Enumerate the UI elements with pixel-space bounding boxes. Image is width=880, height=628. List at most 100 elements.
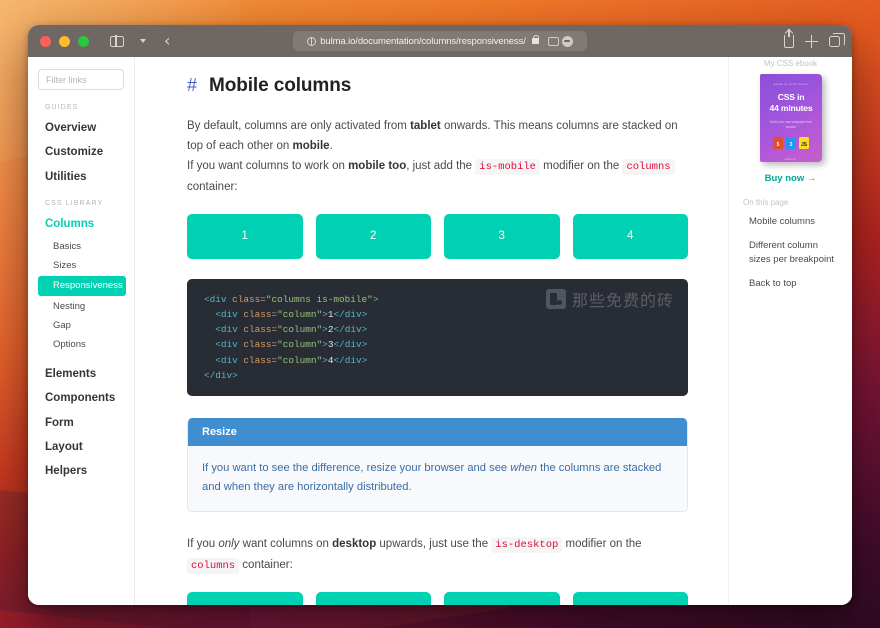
- para2-t5: container:: [239, 559, 293, 571]
- main-content: # Mobile columns By default, columns are…: [135, 57, 728, 605]
- author-text: written by Jeremy Thomas: [785, 158, 811, 162]
- tabs-overview-icon[interactable]: [829, 36, 840, 47]
- sidebar-item-layout[interactable]: Layout: [28, 435, 134, 459]
- ebook-promo[interactable]: guide to write better CSS in 44 minutes …: [741, 74, 840, 162]
- resize-notification: Resize If you want to see the difference…: [187, 418, 688, 512]
- css3-badge-icon: 3: [786, 137, 796, 149]
- columns-demo-mobile: 1 2 3 4: [187, 214, 688, 259]
- para2-t3: upwards, just use the: [376, 538, 491, 550]
- para1-b3: mobile too: [348, 160, 406, 172]
- ebook-label: My CSS ebook: [741, 57, 840, 74]
- para2-b1: desktop: [332, 538, 376, 550]
- column-box: 2: [316, 214, 432, 259]
- notif-t1: If you want to see the difference, resiz…: [202, 462, 510, 474]
- column-box: 3: [444, 592, 560, 605]
- toc-item-back-to-top[interactable]: Back to top: [741, 277, 840, 301]
- page-heading: Mobile columns: [209, 75, 351, 97]
- sidebar-item-options[interactable]: Options: [28, 335, 134, 354]
- code-content: <div class="columns is-mobile"> <div cla…: [204, 292, 671, 383]
- on-this-page-label: On this page: [741, 198, 840, 215]
- js-badge-icon: JS: [799, 137, 809, 149]
- notification-title: Resize: [188, 418, 687, 446]
- sidebar-item-basics[interactable]: Basics: [28, 237, 134, 256]
- browser-window: ‹ bulma.io/documentation/columns/respons…: [28, 25, 852, 605]
- para1-b1: tablet: [410, 120, 441, 132]
- column-box: 1: [187, 214, 303, 259]
- toc-item-different-column-sizes[interactable]: Different column sizes per breakpoint: [741, 239, 840, 277]
- inline-code-columns: columns: [622, 159, 674, 175]
- left-sidebar: Filter links GUIDES Overview Customize U…: [28, 57, 135, 605]
- address-bar-extras: [548, 36, 573, 47]
- filter-links-input[interactable]: Filter links: [38, 69, 124, 90]
- sidebar-toggle-icon: [110, 36, 124, 47]
- para1-t5: , just add the: [406, 160, 475, 172]
- browser-toolbar: ‹ bulma.io/documentation/columns/respons…: [28, 25, 852, 57]
- inline-code-is-mobile: is-mobile: [475, 159, 540, 175]
- ebook-subtitle: Build your own webpage from scratch: [767, 120, 816, 130]
- ebook-tech-badges: 5 3 JS: [773, 137, 809, 149]
- para1-t1: By default, columns are only activated f…: [187, 120, 410, 132]
- toc-item-mobile-columns[interactable]: Mobile columns: [741, 215, 840, 239]
- ebook-cover: guide to write better CSS in 44 minutes …: [760, 74, 822, 162]
- chevron-down-icon: [140, 39, 146, 43]
- nav-section-guides-title: GUIDES: [28, 104, 134, 116]
- back-button[interactable]: ‹: [164, 33, 170, 49]
- globe-icon: [307, 37, 316, 46]
- sidebar-item-sizes[interactable]: Sizes: [28, 256, 134, 275]
- minimize-window-button[interactable]: [59, 36, 70, 47]
- para1-t3: .: [330, 140, 333, 152]
- nav-section-css-library-title: CSS LIBRARY: [28, 200, 134, 212]
- maximize-window-button[interactable]: [78, 36, 89, 47]
- address-bar[interactable]: bulma.io/documentation/columns/responsiv…: [293, 31, 587, 51]
- sidebar-item-gap[interactable]: Gap: [28, 316, 134, 335]
- para2-i1: only: [218, 538, 239, 550]
- ebook-title-line1: CSS in: [778, 92, 805, 103]
- url-text: bulma.io/documentation/columns/responsiv…: [320, 36, 526, 47]
- sidebar-item-columns[interactable]: Columns: [28, 212, 134, 236]
- window-controls: [40, 36, 89, 47]
- share-icon[interactable]: [784, 35, 794, 48]
- desktop-wallpaper: ‹ bulma.io/documentation/columns/respons…: [0, 0, 880, 628]
- new-tab-icon[interactable]: [805, 35, 818, 48]
- html5-badge-icon: 5: [773, 137, 783, 149]
- para1-t7: container:: [187, 181, 238, 193]
- toolbar-right-group: [784, 35, 840, 48]
- para2-t2: want columns on: [239, 538, 332, 550]
- sidebar-toggle-button[interactable]: [106, 30, 128, 52]
- buy-now-button[interactable]: Buy now →: [741, 173, 840, 198]
- page-menu-icon[interactable]: [562, 36, 573, 47]
- sidebar-item-responsiveness[interactable]: Responsiveness: [38, 276, 126, 295]
- inline-code-is-desktop: is-desktop: [491, 537, 562, 553]
- heading-anchor-icon[interactable]: #: [187, 75, 197, 96]
- nav-spacer: [28, 355, 134, 362]
- sidebar-item-form[interactable]: Form: [28, 411, 134, 435]
- sidebar-item-components[interactable]: Components: [28, 386, 134, 410]
- page-title: # Mobile columns: [187, 75, 688, 97]
- para1-b2: mobile: [293, 140, 330, 152]
- ebook-author-by: written by: [785, 158, 811, 161]
- close-window-button[interactable]: [40, 36, 51, 47]
- notif-i: when: [510, 462, 537, 474]
- page-content: Filter links GUIDES Overview Customize U…: [28, 57, 852, 605]
- sidebar-item-helpers[interactable]: Helpers: [28, 459, 134, 483]
- column-box: 4: [573, 214, 689, 259]
- desktop-paragraph: If you only want columns on desktop upwa…: [187, 534, 688, 575]
- code-block-is-mobile: 那些免费的砖 <div class="columns is-mobile"> <…: [187, 279, 688, 396]
- lock-icon: [532, 38, 539, 44]
- sidebar-item-elements[interactable]: Elements: [28, 362, 134, 386]
- extension-icon[interactable]: [548, 37, 559, 46]
- column-box: 1: [187, 592, 303, 605]
- sidebar-item-overview[interactable]: Overview: [28, 116, 134, 140]
- ebook-title-line2: 44 minutes: [770, 103, 813, 114]
- para1-t4: If you want columns to work on: [187, 160, 348, 172]
- right-sidebar: My CSS ebook guide to write better CSS i…: [728, 57, 852, 605]
- sidebar-item-nesting[interactable]: Nesting: [28, 297, 134, 316]
- sidebar-item-utilities[interactable]: Utilities: [28, 165, 134, 189]
- nav-spacer: [28, 189, 134, 200]
- sidebar-dropdown-button[interactable]: [132, 30, 154, 52]
- notification-body: If you want to see the difference, resiz…: [188, 446, 687, 511]
- ebook-kicker: guide to write better: [774, 82, 809, 86]
- sidebar-item-customize[interactable]: Customize: [28, 140, 134, 164]
- toolbar-left-group: ‹: [106, 30, 170, 52]
- column-box: 4: [573, 592, 689, 605]
